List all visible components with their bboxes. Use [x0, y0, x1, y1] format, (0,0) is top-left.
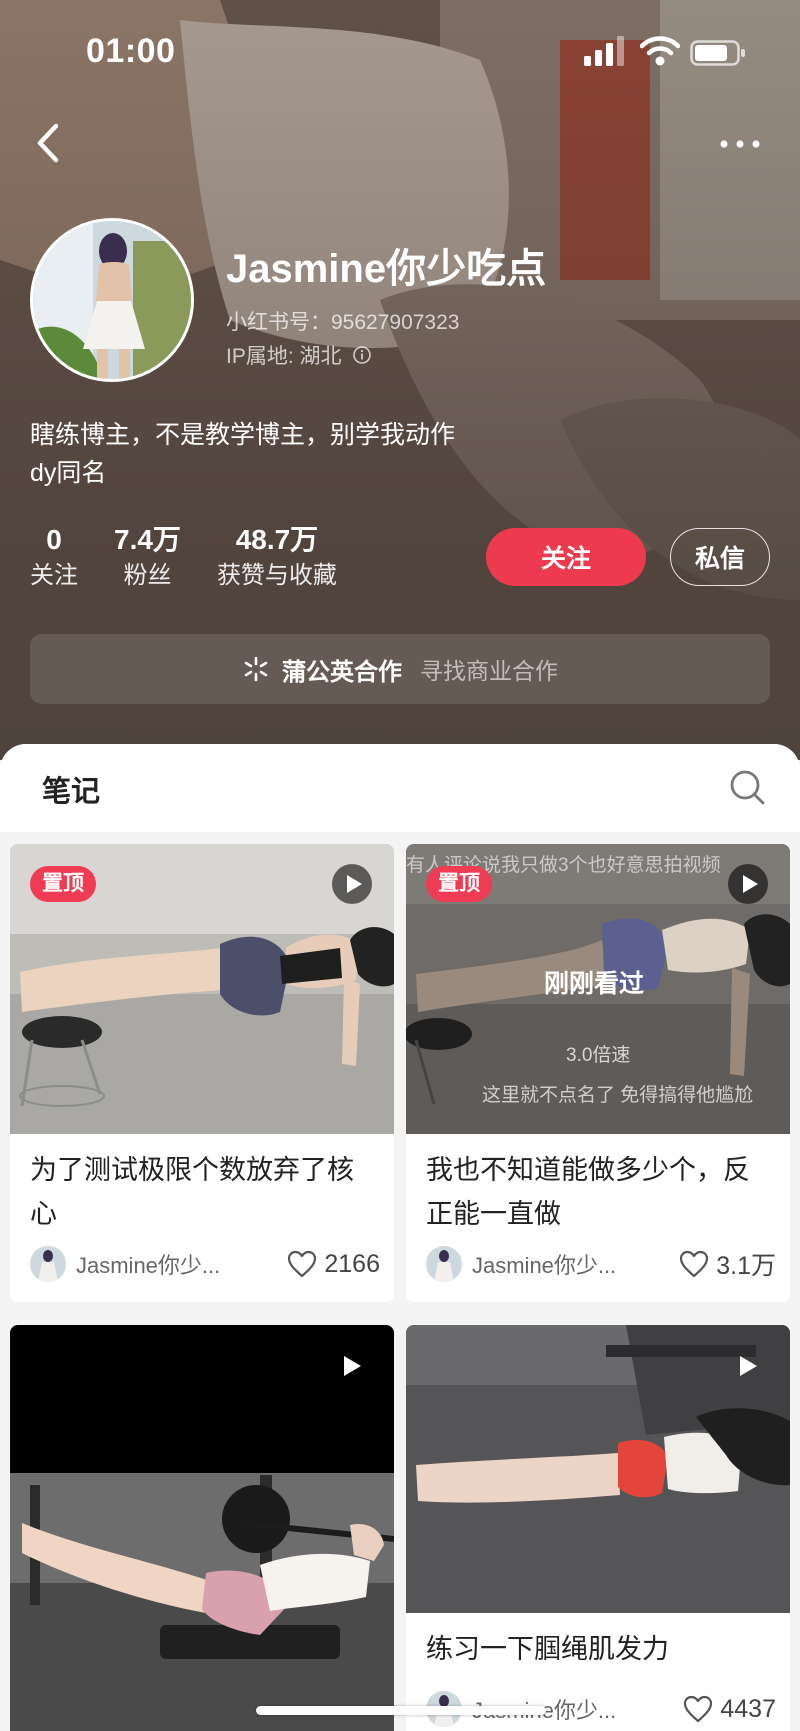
- stat-label: 粉丝: [123, 562, 172, 589]
- stat-followers[interactable]: 7.4万 粉丝: [114, 522, 181, 594]
- play-icon: [728, 864, 768, 904]
- note-author[interactable]: Jasmine你少...: [76, 1248, 246, 1280]
- avatar-photo: [33, 221, 191, 379]
- note-author[interactable]: Jasmine你少...: [472, 1248, 642, 1280]
- back-chevron-icon[interactable]: [30, 118, 70, 168]
- note-footer: Jasmine你少... 2166: [30, 1244, 380, 1284]
- profile-header: 01:00 Jasmine你少吃点 小红书号：95627907323 IP属地:…: [0, 0, 800, 760]
- note-title: 为了测试极限个数放弃了核心: [30, 1155, 354, 1229]
- bio-line: dy同名: [30, 459, 107, 487]
- play-icon: [344, 1356, 361, 1376]
- notes-sheet: 笔记 置顶 为了测试极限个数放弃了核心 Jasmine你少... 2166 有人…: [0, 744, 800, 1731]
- cooperation-title: 蒲公英合作: [282, 658, 402, 686]
- cooperation-subtitle: 寻找商业合作: [420, 658, 558, 684]
- note-cover: 置顶: [10, 844, 394, 1134]
- like-count: 2166: [324, 1249, 380, 1278]
- note-card[interactable]: 置顶 为了测试极限个数放弃了核心 Jasmine你少... 2166: [10, 844, 394, 1302]
- play-icon: [332, 864, 372, 904]
- red-id[interactable]: 小红书号：95627907323: [226, 306, 459, 336]
- cellular-signal-icon: [584, 36, 624, 66]
- note-title: 练习一下腘绳肌发力: [426, 1634, 669, 1664]
- note-cover: [10, 1325, 394, 1731]
- like-count: 4437: [720, 1694, 776, 1723]
- pinned-badge: 置顶: [30, 866, 96, 902]
- play-icon: [740, 1356, 757, 1376]
- wifi-icon: [640, 36, 680, 66]
- status-bar: 01:00: [0, 0, 800, 100]
- note-overlay-caption: 这里就不点名了 免得搞得他尴尬: [482, 1085, 754, 1106]
- status-time: 01:00: [86, 32, 176, 70]
- ip-location: IP属地: 湖北: [226, 340, 372, 370]
- note-footer: Jasmine你少... 3.1万: [426, 1244, 776, 1284]
- note-card[interactable]: 有人评论说我只做3个也好意思拍视频 置顶 刚刚看过 3.0倍速 这里就不点名了 …: [406, 844, 790, 1302]
- more-options-icon[interactable]: [716, 126, 766, 162]
- stat-following[interactable]: 0 关注: [30, 522, 78, 594]
- note-card[interactable]: 练习一下腘绳肌发力 Jasmine你少... 4437: [406, 1325, 790, 1731]
- pinned-badge: 置顶: [426, 866, 492, 902]
- stat-value: 0: [46, 524, 62, 555]
- battery-icon: [690, 40, 745, 66]
- bio-line: 瞎练博主，不是教学博主，别学我动作: [30, 421, 456, 449]
- author-avatar[interactable]: [30, 1246, 66, 1282]
- stat-likes-collections[interactable]: 48.7万 获赞与收藏: [217, 522, 337, 594]
- author-avatar[interactable]: [426, 1246, 462, 1282]
- tab-notes[interactable]: 笔记: [42, 768, 100, 810]
- dandelion-icon: [244, 656, 268, 682]
- like-button[interactable]: 4437: [682, 1694, 776, 1724]
- like-count: 3.1万: [716, 1252, 776, 1280]
- stat-value: 48.7万: [235, 524, 319, 555]
- info-icon[interactable]: [352, 345, 372, 365]
- stat-label: 关注: [30, 562, 78, 589]
- playback-speed-label: 3.0倍速: [566, 1045, 631, 1066]
- note-cover: [406, 1325, 790, 1613]
- notes-tabbar: 笔记: [0, 744, 800, 832]
- note-title: 我也不知道能做多少个，反正能一直做: [426, 1155, 750, 1229]
- like-button[interactable]: 2166: [286, 1249, 380, 1279]
- message-button[interactable]: 私信: [670, 528, 770, 586]
- heart-icon: [684, 1695, 713, 1723]
- home-indicator[interactable]: [256, 1706, 546, 1715]
- note-card[interactable]: [10, 1325, 394, 1731]
- search-icon[interactable]: [728, 768, 768, 808]
- profile-bio: 瞎练博主，不是教学博主，别学我动作 dy同名: [30, 416, 455, 492]
- follow-button[interactable]: 关注: [486, 528, 646, 586]
- profile-stats: 0 关注 7.4万 粉丝 48.7万 获赞与收藏: [30, 522, 373, 594]
- heart-icon: [288, 1250, 317, 1278]
- stat-label: 获赞与收藏: [216, 562, 337, 589]
- recently-viewed-label: 刚刚看过: [544, 970, 645, 998]
- cooperation-bar[interactable]: 蒲公英合作 寻找商业合作: [30, 634, 770, 704]
- profile-name: Jasmine你少吃点: [226, 247, 547, 291]
- note-cover: 有人评论说我只做3个也好意思拍视频 置顶 刚刚看过 3.0倍速 这里就不点名了 …: [406, 844, 790, 1134]
- like-button[interactable]: 3.1万: [678, 1246, 776, 1282]
- note-cover-photo: [10, 1325, 394, 1731]
- stat-value: 7.4万: [114, 524, 181, 555]
- ip-location-text: IP属地: 湖北: [226, 345, 342, 368]
- avatar[interactable]: [30, 218, 194, 382]
- heart-icon: [680, 1250, 709, 1278]
